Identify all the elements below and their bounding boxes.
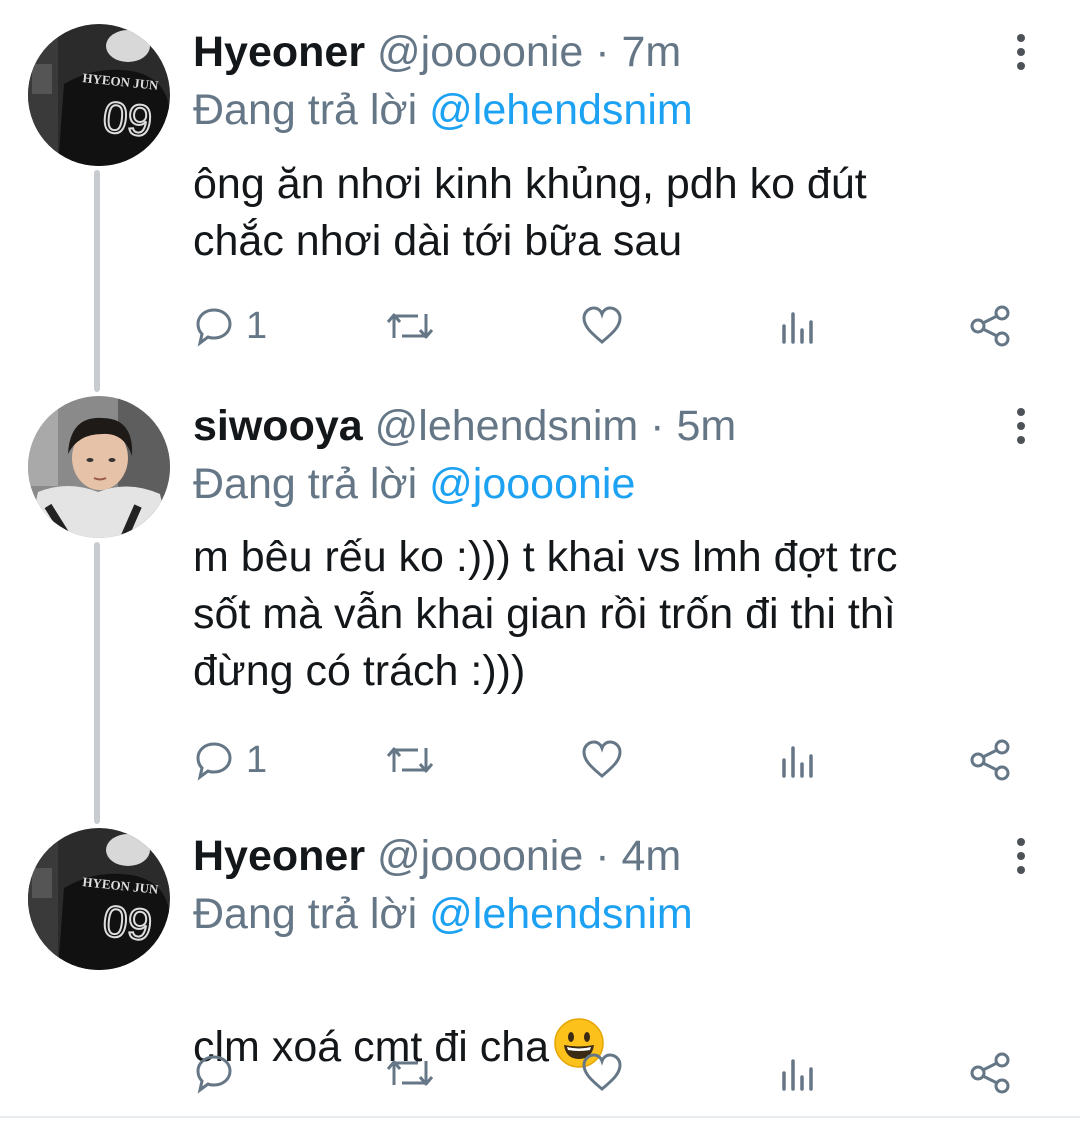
more-vertical-icon	[1017, 408, 1025, 416]
jersey-number: 09	[101, 897, 155, 951]
analytics-button[interactable]	[778, 296, 818, 356]
replying-to-label: Đang trả lời	[193, 460, 418, 508]
tweet-text: ông ăn nhơi kinh khủng, pdh ko đút chắc …	[193, 160, 867, 265]
retweet-icon	[386, 313, 434, 339]
reply-icon	[196, 1055, 232, 1094]
tweet-header: Hyeoner @joooonie · 4m	[193, 826, 681, 886]
replying-to-label: Đang trả lời	[193, 890, 418, 938]
reply-icon	[196, 308, 232, 347]
user-handle[interactable]: @joooonie	[377, 28, 583, 76]
share-icon	[970, 739, 1010, 781]
display-name[interactable]: Hyeoner	[193, 28, 365, 76]
retweet-button[interactable]	[384, 1043, 436, 1103]
separator-dot: ·	[595, 28, 610, 76]
timestamp[interactable]: 4m	[622, 832, 682, 880]
reply-mention-link[interactable]: @joooonie	[429, 460, 635, 508]
user-handle[interactable]: @joooonie	[377, 832, 583, 880]
like-button[interactable]	[580, 1043, 624, 1103]
replying-to-label: Đang trả lời	[193, 86, 418, 134]
analytics-icon	[782, 746, 813, 778]
separator-dot: ·	[595, 832, 610, 880]
avatar[interactable]: HYEON JUN 09	[28, 828, 170, 970]
retweet-icon	[386, 1060, 434, 1086]
reply-button[interactable]: 1	[192, 730, 267, 790]
reply-mention-link[interactable]: @lehendsnim	[429, 86, 693, 134]
timestamp[interactable]: 5m	[676, 402, 736, 450]
reply-button[interactable]: 1	[192, 296, 267, 356]
more-options-button[interactable]	[1006, 401, 1036, 451]
replying-to: Đang trả lời @lehendsnim	[193, 884, 693, 944]
heart-icon	[582, 1053, 622, 1091]
avatar[interactable]	[28, 396, 170, 538]
user-handle[interactable]: @lehendsnim	[375, 402, 639, 450]
tweet-actions: 1	[0, 730, 1080, 790]
tweet[interactable]: HYEON JUN 09 Hyeoner @joooonie · 4m Đang…	[0, 810, 1080, 1120]
bottom-divider	[0, 1116, 1080, 1118]
analytics-icon	[782, 1059, 813, 1091]
display-name[interactable]: siwooya	[193, 402, 363, 450]
reply-button[interactable]	[192, 1043, 246, 1103]
tweet-actions: 1	[0, 296, 1080, 356]
heart-icon	[582, 306, 622, 344]
like-button[interactable]	[580, 730, 624, 790]
jersey-number: 09	[101, 93, 155, 147]
more-options-button[interactable]	[1006, 27, 1036, 77]
like-button[interactable]	[580, 296, 624, 356]
tweet-actions	[0, 1043, 1080, 1103]
share-button[interactable]	[968, 296, 1012, 356]
tweet[interactable]: HYEON JUN 09 Hyeoner @joooonie · 7m Đang…	[0, 0, 1080, 380]
retweet-button[interactable]	[384, 730, 436, 790]
reply-count: 1	[246, 304, 268, 347]
separator-dot: ·	[650, 402, 665, 450]
timestamp[interactable]: 7m	[622, 28, 682, 76]
share-icon	[970, 305, 1010, 347]
reply-count: 1	[246, 738, 268, 781]
share-button[interactable]	[968, 730, 1012, 790]
tweet-header: siwooya @lehendsnim · 5m	[193, 396, 736, 456]
more-vertical-icon	[1017, 34, 1025, 42]
analytics-button[interactable]	[778, 730, 818, 790]
tweet-text: m bêu rếu ko :))) t khai vs lmh đợt trc …	[193, 533, 898, 695]
heart-icon	[582, 740, 622, 778]
replying-to: Đang trả lời @joooonie	[193, 454, 635, 514]
tweet[interactable]: siwooya @lehendsnim · 5m Đang trả lời @j…	[0, 380, 1080, 810]
display-name[interactable]: Hyeoner	[193, 832, 365, 880]
share-button[interactable]	[968, 1043, 1012, 1103]
avatar[interactable]: HYEON JUN 09	[28, 24, 170, 166]
tweet-header: Hyeoner @joooonie · 7m	[193, 22, 681, 82]
more-options-button[interactable]	[1006, 831, 1036, 881]
replying-to: Đang trả lời @lehendsnim	[193, 80, 693, 140]
share-icon	[970, 1052, 1010, 1094]
retweet-button[interactable]	[384, 296, 436, 356]
analytics-button[interactable]	[778, 1043, 818, 1103]
reply-icon	[196, 742, 232, 781]
retweet-icon	[386, 747, 434, 773]
reply-mention-link[interactable]: @lehendsnim	[429, 890, 693, 938]
more-vertical-icon	[1017, 838, 1025, 846]
analytics-icon	[782, 312, 813, 344]
